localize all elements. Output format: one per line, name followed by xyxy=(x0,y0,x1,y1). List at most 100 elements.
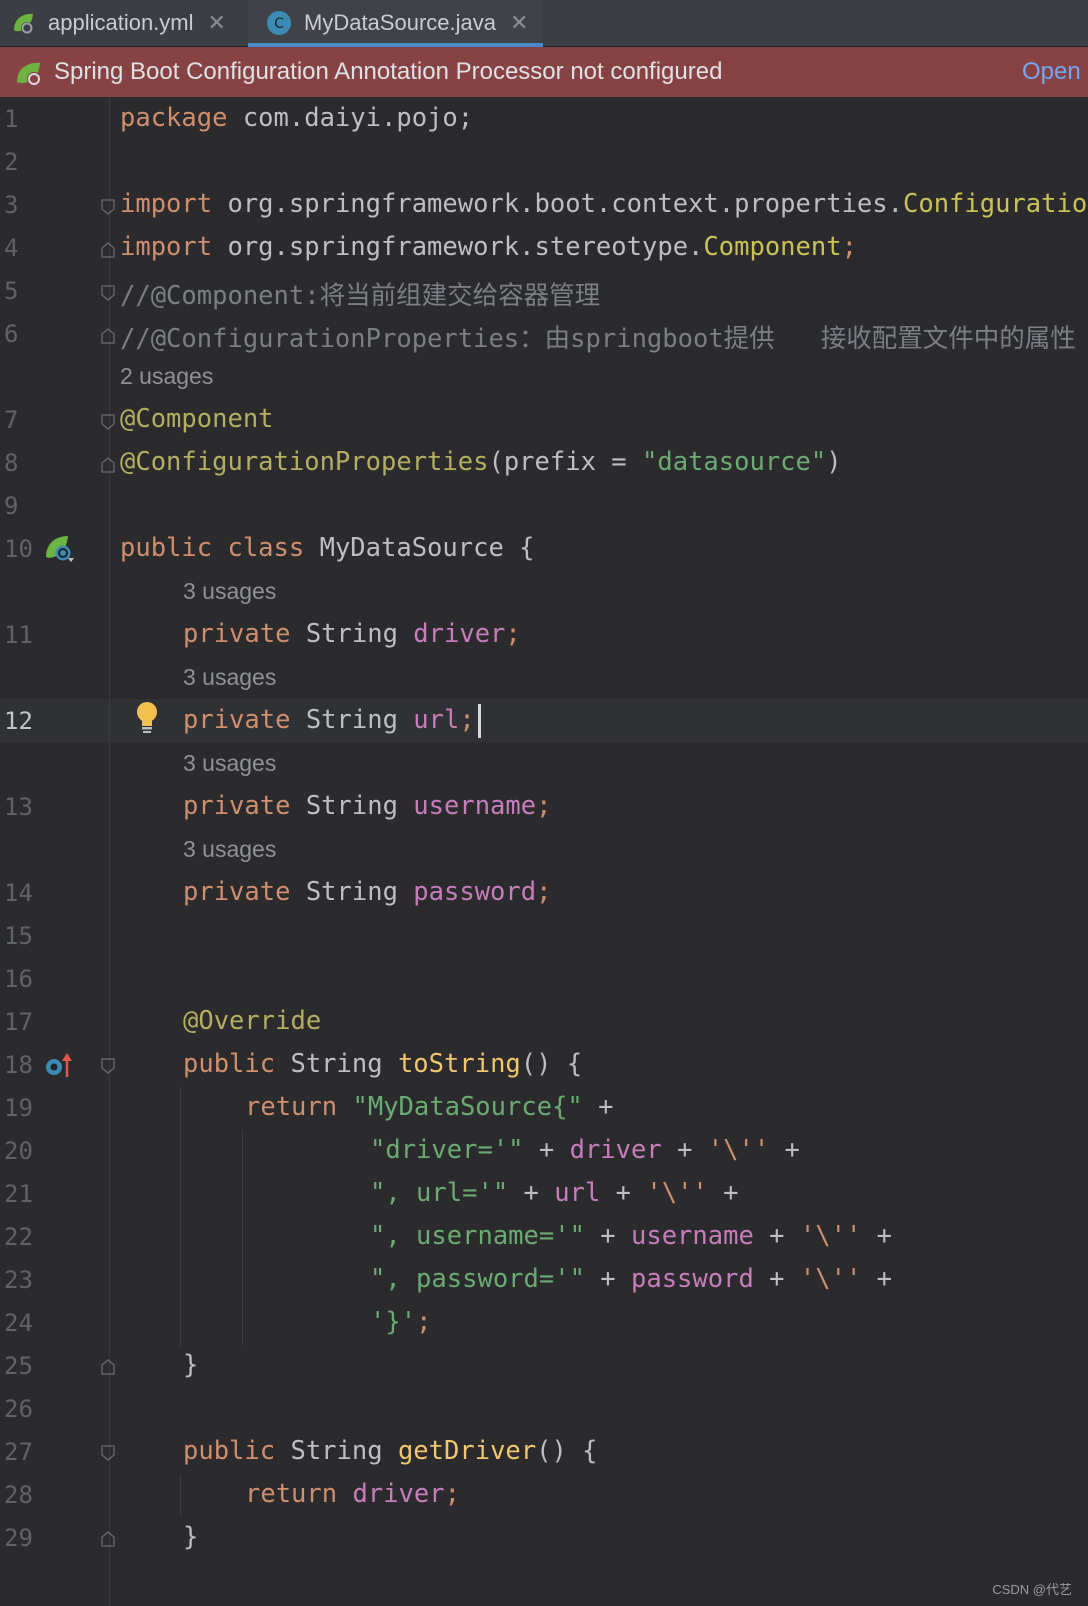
line-number: 13 xyxy=(4,793,33,821)
semicolon: ; xyxy=(505,619,521,649)
code-line[interactable]: 24 '}'; xyxy=(0,1301,1088,1345)
type-name: String xyxy=(290,619,414,649)
operator: + xyxy=(523,1135,570,1165)
annotation: @Override xyxy=(183,1006,322,1036)
code-line[interactable]: 2 xyxy=(0,140,1088,184)
tab-label: MyDataSource.java xyxy=(304,10,496,35)
code-line[interactable]: 21 ", url='" + url + '\'' + xyxy=(0,1172,1088,1216)
code-line[interactable]: 26 xyxy=(0,1387,1088,1431)
keyword: return xyxy=(245,1092,338,1122)
line-number: 15 xyxy=(4,922,33,950)
code-line[interactable]: 15 xyxy=(0,914,1088,958)
annotation: @ConfigurationProperties xyxy=(120,447,489,477)
code-line-current[interactable]: 12 private String url; xyxy=(0,699,1088,743)
code-line[interactable]: 9 xyxy=(0,484,1088,528)
type-name: String xyxy=(290,791,414,821)
line-number: 28 xyxy=(4,1481,33,1509)
annotation: @Component xyxy=(120,404,274,434)
operator: + xyxy=(707,1178,739,1208)
char-literal: '\'' xyxy=(799,1221,862,1251)
usages-label[interactable]: 2 usages xyxy=(120,363,213,390)
usages-label[interactable]: 3 usages xyxy=(183,750,276,777)
usages-hint[interactable]: 2 usages xyxy=(0,355,1088,399)
keyword: return xyxy=(245,1479,338,1509)
code-line[interactable]: 10 public class MyDataSource { xyxy=(0,527,1088,571)
field-name: username xyxy=(631,1221,754,1251)
keyword: import xyxy=(120,189,213,219)
line-number: 12 xyxy=(4,707,33,735)
usages-hint[interactable]: 3 usages xyxy=(0,656,1088,700)
field-name: driver xyxy=(413,619,506,649)
operator: + xyxy=(508,1178,555,1208)
usages-label[interactable]: 3 usages xyxy=(183,578,276,605)
usages-hint[interactable]: 3 usages xyxy=(0,828,1088,872)
code-line[interactable]: 19 return "MyDataSource{" + xyxy=(0,1086,1088,1130)
paren: () { xyxy=(520,1049,583,1079)
operator: + xyxy=(582,1092,614,1122)
line-number: 20 xyxy=(4,1137,33,1165)
code-line[interactable]: 13 private String username; xyxy=(0,785,1088,829)
code-line[interactable]: 11 private String driver; xyxy=(0,613,1088,657)
operator: + xyxy=(753,1221,800,1251)
line-number: 21 xyxy=(4,1180,33,1208)
code-text: public String getDriver() { xyxy=(183,1436,598,1466)
keyword: private xyxy=(183,619,291,649)
code-line[interactable]: 5 //@Component:将当前组建交给容器管理 xyxy=(0,269,1088,313)
code-line[interactable]: 22 ", username='" + username + '\'' + xyxy=(0,1215,1088,1259)
code-text: return driver; xyxy=(245,1479,460,1509)
code-text: ", url='" + url + '\'' + xyxy=(370,1178,739,1208)
usages-hint[interactable]: 3 usages xyxy=(0,570,1088,614)
close-icon[interactable]: ✕ xyxy=(510,10,528,36)
code-text: return "MyDataSource{" + xyxy=(245,1092,614,1122)
code-editor[interactable]: 1 package com.daiyi.pojo; 2 3 import org… xyxy=(0,97,1088,1606)
package-name: com.daiyi.pojo; xyxy=(227,103,474,133)
code-text: "driver='" + driver + '\'' + xyxy=(370,1135,800,1165)
keyword: private xyxy=(183,705,291,735)
line-number: 24 xyxy=(4,1309,33,1337)
tab-application-yml[interactable]: application.yml ✕ xyxy=(0,0,246,46)
semicolon: ; xyxy=(841,232,857,262)
tab-mydatasource-java[interactable]: C MyDataSource.java ✕ xyxy=(248,0,543,47)
code-text: import org.springframework.boot.context.… xyxy=(120,189,1088,219)
code-text: public class MyDataSource { xyxy=(120,533,535,563)
keyword: public class xyxy=(120,533,305,563)
open-settings-link[interactable]: Open xyxy=(1022,47,1081,97)
spring-yaml-icon xyxy=(14,13,33,34)
usages-label[interactable]: 3 usages xyxy=(183,664,276,691)
code-line[interactable]: 23 ", password='" + password + '\'' + xyxy=(0,1258,1088,1302)
code-line[interactable]: 25 } xyxy=(0,1344,1088,1388)
code-line[interactable]: 7 @Component xyxy=(0,398,1088,442)
line-number: 22 xyxy=(4,1223,33,1251)
operator: + xyxy=(861,1221,893,1251)
usages-hint[interactable]: 3 usages xyxy=(0,742,1088,786)
usages-label[interactable]: 3 usages xyxy=(183,836,276,863)
keyword: import xyxy=(120,232,213,262)
line-number: 10 xyxy=(4,535,33,563)
code-line[interactable]: 3 import org.springframework.boot.contex… xyxy=(0,183,1088,227)
code-line[interactable]: 14 private String password; xyxy=(0,871,1088,915)
type-name: String xyxy=(290,705,414,735)
operator: + xyxy=(584,1264,631,1294)
code-line[interactable]: 16 xyxy=(0,957,1088,1001)
string-literal: "MyDataSource{" xyxy=(352,1092,583,1122)
type-name: String xyxy=(275,1049,398,1079)
code-text: public String toString() { xyxy=(183,1049,582,1079)
close-icon[interactable]: ✕ xyxy=(208,10,226,36)
code-line[interactable]: 20 "driver='" + driver + '\'' + xyxy=(0,1129,1088,1173)
code-line[interactable]: 4 import org.springframework.stereotype.… xyxy=(0,226,1088,270)
method-name: getDriver xyxy=(397,1436,537,1466)
code-line[interactable]: 28 return driver; xyxy=(0,1473,1088,1517)
field-name: password xyxy=(631,1264,754,1294)
code-line[interactable]: 1 package com.daiyi.pojo; xyxy=(0,97,1088,141)
string-literal: "driver='" xyxy=(370,1135,524,1165)
code-line[interactable]: 6 //@ConfigurationProperties：由springboot… xyxy=(0,312,1088,356)
watermark: CSDN @代艺 xyxy=(992,1582,1072,1597)
field-name: driver xyxy=(569,1135,662,1165)
code-line[interactable]: 29 } xyxy=(0,1516,1088,1560)
import-class: Component xyxy=(703,232,842,262)
code-line[interactable]: 27 public String getDriver() { xyxy=(0,1430,1088,1474)
operator: + xyxy=(753,1264,800,1294)
code-line[interactable]: 8 @ConfigurationProperties(prefix = "dat… xyxy=(0,441,1088,485)
code-line[interactable]: 17 @Override xyxy=(0,1000,1088,1044)
code-line[interactable]: 18 public String toString() { xyxy=(0,1043,1088,1087)
